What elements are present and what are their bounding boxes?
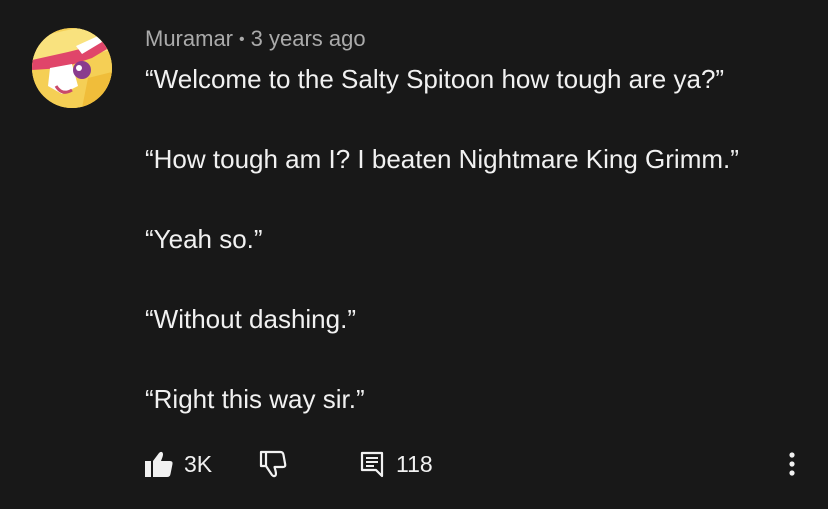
like-count: 3K — [184, 450, 213, 477]
timestamp[interactable]: 3 years ago — [251, 26, 366, 51]
dislike-button[interactable] — [257, 448, 289, 480]
avatar[interactable] — [32, 28, 112, 108]
comment-line: “Yeah so.” — [145, 224, 263, 254]
like-button[interactable]: 3K — [143, 448, 212, 480]
separator-dot: • — [239, 31, 245, 48]
reply-button[interactable]: 118 — [359, 448, 433, 480]
thumbs-up-icon — [145, 451, 173, 477]
more-vert-icon — [789, 452, 795, 476]
thumbs-down-icon — [259, 450, 287, 478]
comment-line: “How tough am I? I beaten Nightmare King… — [145, 144, 739, 174]
comment-line: “Without dashing.” — [145, 304, 356, 334]
comment-actions: 3K 118 — [143, 448, 813, 480]
more-options-button[interactable] — [781, 448, 803, 480]
avatar-image — [32, 28, 112, 108]
reply-count: 118 — [396, 450, 433, 477]
author-name[interactable]: Muramar — [145, 26, 233, 51]
comment-line: “Right this way sir.” — [145, 384, 365, 414]
comment-icon — [360, 451, 384, 478]
comment-text: “Welcome to the Salty Spitoon how tough … — [145, 62, 805, 462]
comment-header: Muramar • 3 years ago — [145, 26, 366, 52]
comment-line: “Welcome to the Salty Spitoon how tough … — [145, 64, 725, 94]
comment-thread: Muramar • 3 years ago “Welcome to the Salt… — [0, 0, 828, 509]
